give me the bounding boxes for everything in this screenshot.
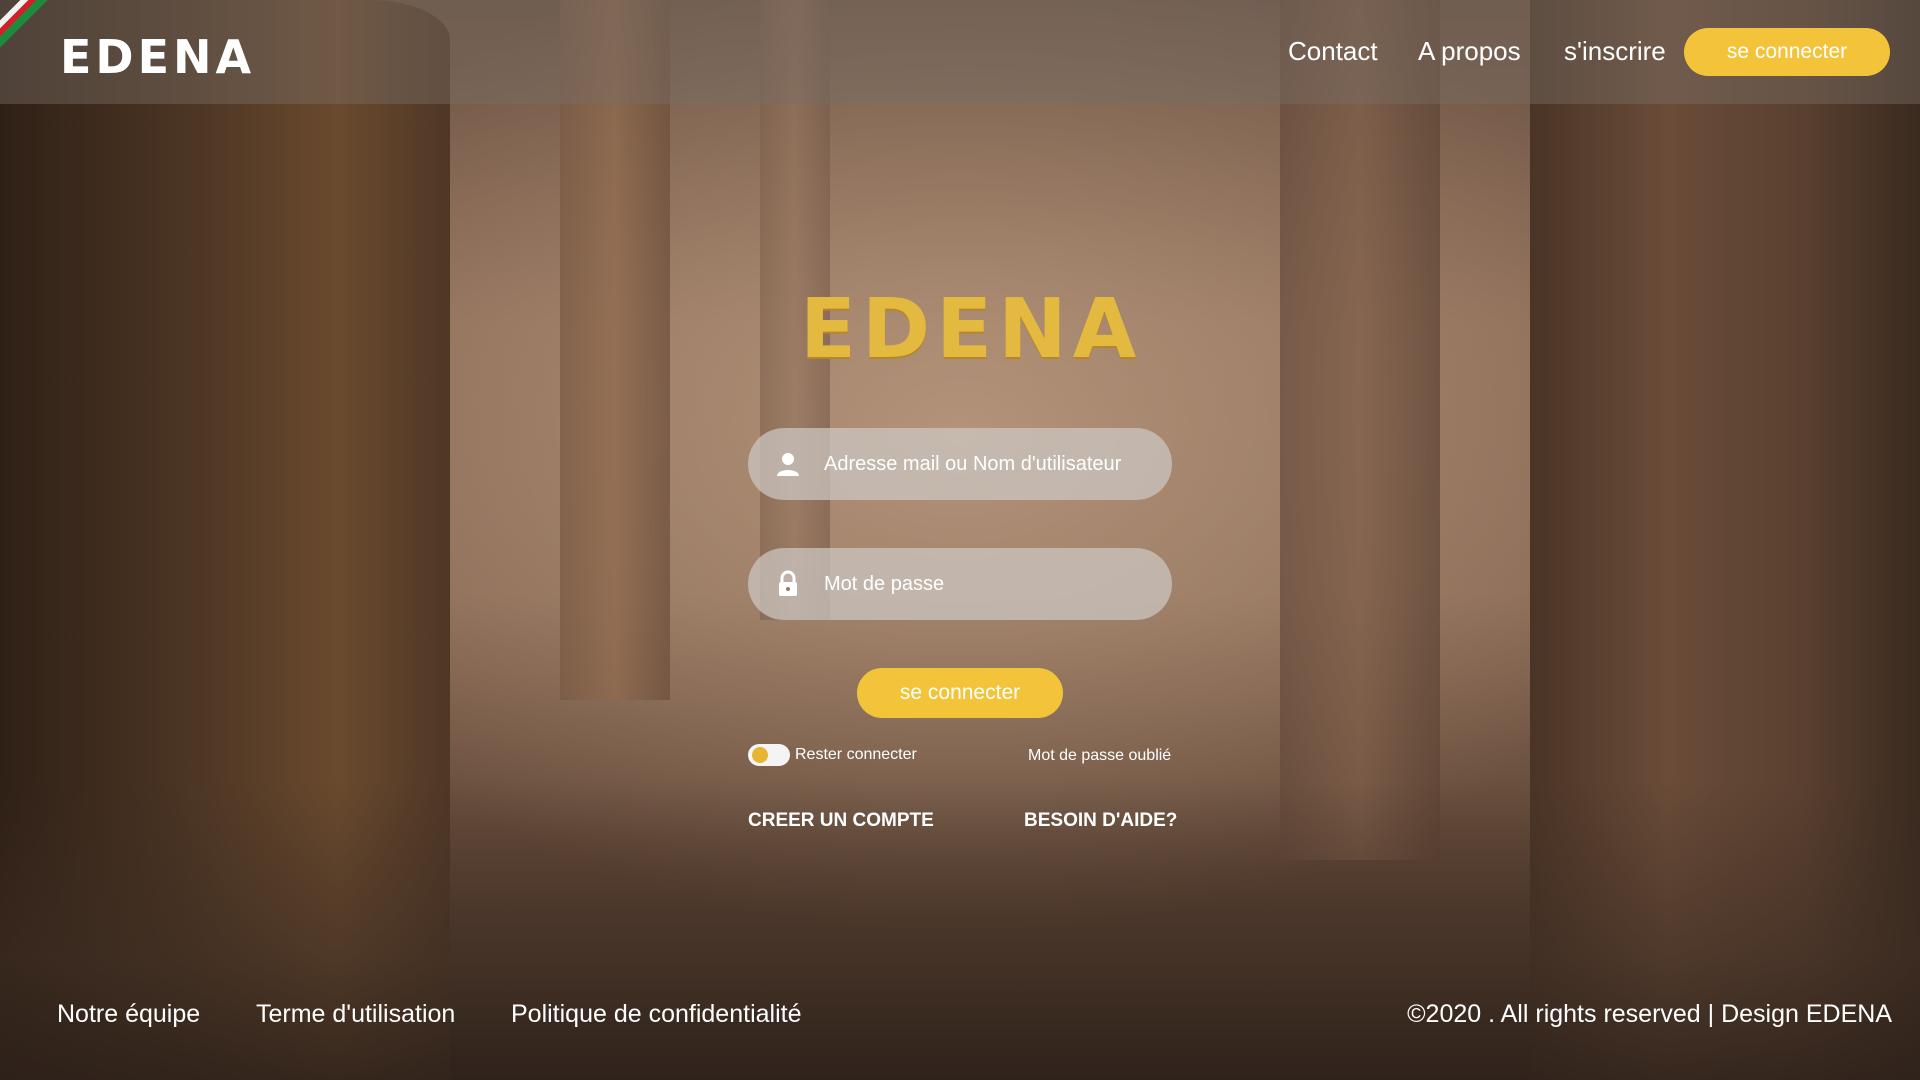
password-input[interactable]	[822, 571, 1146, 597]
login-page: EDENA Contact A propos s'inscrire se con…	[0, 0, 1920, 1080]
background-ground	[0, 780, 1920, 1080]
footer-team-link[interactable]: Notre équipe	[57, 1000, 200, 1029]
background-tree	[560, 0, 670, 700]
nav-signup-link[interactable]: s'inscrire	[1564, 36, 1666, 67]
remember-toggle[interactable]	[748, 744, 790, 766]
brand-logo[interactable]: EDENA	[60, 30, 255, 84]
login-button[interactable]: se connecter	[857, 668, 1063, 718]
header-login-button[interactable]: se connecter	[1684, 28, 1890, 76]
footer-terms-link[interactable]: Terme d'utilisation	[256, 1000, 455, 1029]
remember-label[interactable]: Rester connecter	[795, 746, 917, 764]
email-field[interactable]	[748, 428, 1172, 500]
toggle-knob	[752, 747, 768, 763]
nav-contact-link[interactable]: Contact	[1288, 36, 1378, 67]
footer-copyright: ©2020 . All rights reserved | Design EDE…	[1407, 1000, 1892, 1028]
create-account-link[interactable]: CREER UN COMPTE	[748, 810, 934, 832]
footer-privacy-link[interactable]: Politique de confidentialité	[511, 1000, 801, 1029]
nav-apropos-link[interactable]: A propos	[1418, 36, 1521, 67]
lock-icon	[774, 570, 802, 598]
flag-ribbon	[0, 0, 60, 60]
background-tree	[1280, 0, 1440, 860]
help-link[interactable]: BESOIN D'AIDE?	[1024, 810, 1177, 832]
email-input[interactable]	[822, 451, 1146, 477]
center-logo: EDENA	[800, 282, 1143, 377]
forgot-password-link[interactable]: Mot de passe oublié	[1028, 747, 1171, 765]
user-icon	[774, 450, 802, 478]
password-field[interactable]	[748, 548, 1172, 620]
top-navbar: EDENA Contact A propos s'inscrire se con…	[0, 0, 1920, 104]
